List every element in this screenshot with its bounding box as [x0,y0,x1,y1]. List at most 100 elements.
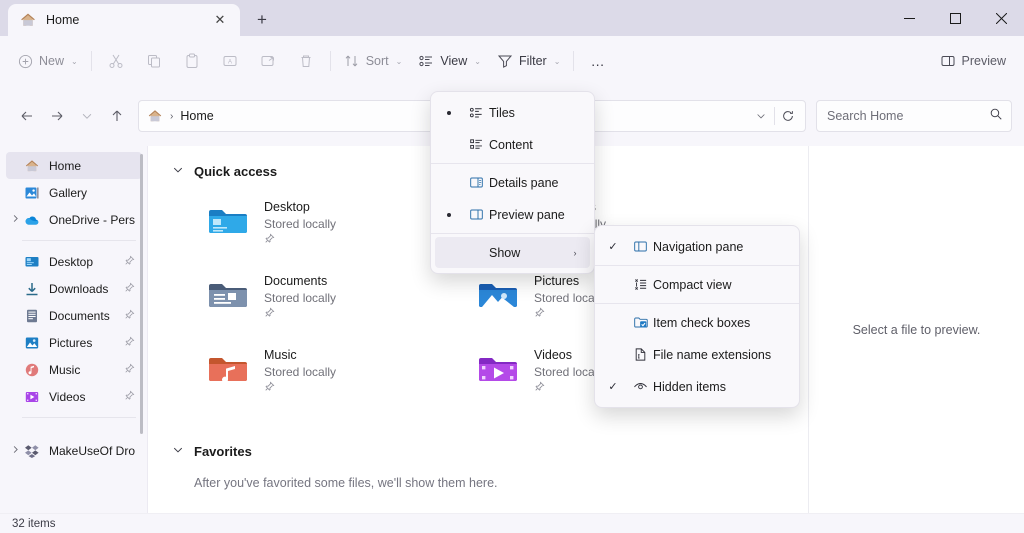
menu-item-tiles[interactable]: Tiles [435,97,590,128]
selected-dot-icon [435,111,463,115]
rename-button[interactable]: A [211,45,249,77]
menu-item-hidden-items[interactable]: ✓ Hidden items [599,371,795,402]
menu-item-label: Show [489,246,568,260]
pin-icon[interactable] [124,334,136,352]
home-icon[interactable] [147,108,163,124]
pin-icon[interactable] [124,253,136,271]
back-arrow-icon[interactable] [12,101,42,131]
close-icon[interactable]: ✕ [208,8,232,32]
search-box[interactable]: Search Home [816,100,1012,132]
menu-item-item-check-boxes[interactable]: Item check boxes [599,307,795,338]
recent-locations-chevron-down-icon[interactable] [72,101,102,131]
tab-home[interactable]: Home ✕ [8,4,240,36]
sidebar-item-videos[interactable]: Videos [6,383,142,410]
menu-item-navigation-pane[interactable]: ✓ Navigation pane [599,231,795,262]
tile-music[interactable]: Music Stored locally [180,340,450,414]
new-tab-button[interactable]: + [248,6,276,34]
paste-icon [184,53,200,69]
tile-documents[interactable]: Documents Stored locally [180,266,450,340]
sidebar-item-label: Downloads [49,282,124,296]
sidebar-item-onedrive[interactable]: OneDrive - Pers [6,206,142,233]
sidebar-scrollbar[interactable] [140,154,143,434]
share-icon [260,53,276,69]
divider [595,303,799,304]
cut-button[interactable] [97,45,135,77]
selected-dot-icon [435,213,463,217]
svg-text:A: A [228,60,232,66]
sidebar-item-desktop[interactable]: Desktop [6,248,142,275]
share-button[interactable] [249,45,287,77]
search-input[interactable]: Search Home [827,109,989,123]
status-bar: 32 items [0,513,1024,533]
up-arrow-icon[interactable] [102,101,132,131]
breadcrumb-home-label[interactable]: Home [180,109,213,123]
music-folder-icon [206,348,250,392]
menu-item-label: Details pane [489,176,582,190]
navigation-pane[interactable]: Home Gallery OneDrive - Pers [0,146,148,513]
sort-button[interactable]: Sort ⌄ [336,45,411,77]
maximize-icon[interactable] [932,0,978,36]
view-button-label: View [440,54,467,68]
overflow-menu-button[interactable]: … [579,45,617,77]
preview-toggle-label: Preview [962,54,1006,68]
sidebar-item-label: Home [49,159,136,173]
sidebar-item-documents[interactable]: Documents [6,302,142,329]
menu-item-details-pane[interactable]: Details pane [435,167,590,198]
divider [22,417,136,418]
tab-title: Home [46,13,208,27]
dropbox-icon [24,443,40,459]
menu-item-content[interactable]: Content [435,129,590,160]
show-submenu[interactable]: ✓ Navigation pane Compact view Item chec… [594,225,800,408]
chevron-down-icon: ⌄ [474,57,481,66]
breadcrumb-separator: › [170,111,173,122]
menu-item-preview-pane[interactable]: Preview pane [435,199,590,230]
sidebar-item-makeuseof-dropbox[interactable]: MakeUseOf Dro [6,437,142,464]
menu-item-file-name-extensions[interactable]: File name extensions [599,339,795,370]
search-icon[interactable] [989,107,1003,126]
rename-icon: A [222,53,238,69]
sidebar-item-gallery[interactable]: Gallery [6,179,142,206]
tile-desktop[interactable]: Desktop Stored locally [180,192,450,266]
desktop-folder-icon [206,200,250,244]
menu-item-show[interactable]: Show › [435,237,590,268]
sidebar-item-pictures[interactable]: Pictures [6,329,142,356]
pin-icon[interactable] [124,280,136,298]
menu-item-label: Preview pane [489,208,582,222]
sidebar-item-home[interactable]: Home [6,152,142,179]
chevron-down-icon[interactable] [172,164,194,179]
chevron-down-icon[interactable] [172,444,194,459]
divider [22,240,136,241]
chevron-right-icon[interactable] [6,214,24,225]
view-menu[interactable]: Tiles Content Details pane Preview pane [430,91,595,274]
pin-icon[interactable] [124,361,136,379]
sidebar-item-music[interactable]: Music [6,356,142,383]
sidebar-item-downloads[interactable]: Downloads [6,275,142,302]
pin-icon [264,381,336,397]
view-button[interactable]: View ⌄ [410,45,489,77]
forward-arrow-icon[interactable] [42,101,72,131]
home-icon [24,158,40,174]
refresh-icon[interactable] [775,103,801,129]
menu-item-compact-view[interactable]: Compact view [599,269,795,300]
copy-icon [146,53,162,69]
minimize-icon[interactable] [886,0,932,36]
address-chevron-down-icon[interactable] [748,103,774,129]
pin-icon[interactable] [124,388,136,406]
chevron-right-icon: › [568,248,582,258]
desktop-icon [24,254,40,270]
item-count-label: 32 items [12,518,55,530]
delete-icon [298,53,314,69]
chevron-right-icon[interactable] [6,445,24,456]
delete-button[interactable] [287,45,325,77]
close-icon[interactable] [978,0,1024,36]
new-button[interactable]: New ⌄ [10,45,86,77]
copy-button[interactable] [135,45,173,77]
sidebar-item-label: Pictures [49,336,124,350]
filter-button[interactable]: Filter ⌄ [489,45,568,77]
favorites-header[interactable]: Favorites [172,438,808,464]
plus-circle-icon [18,54,33,69]
pin-icon[interactable] [124,307,136,325]
paste-button[interactable] [173,45,211,77]
favorites-empty-message: After you've favorited some files, we'll… [194,476,808,490]
preview-toggle-button[interactable]: Preview [932,45,1014,77]
